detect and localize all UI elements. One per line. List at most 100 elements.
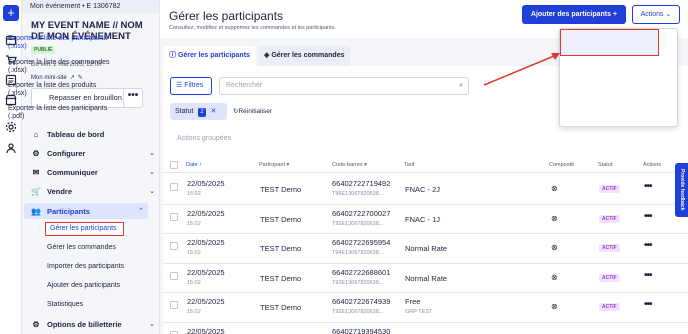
close-icon[interactable]: ✕ [211,108,217,115]
search-input[interactable]: Rechercher ⌕ [219,77,469,95]
menu-item-export-orders-xlsx[interactable]: Exporter la liste des commandes (.xlsx) [8,59,112,75]
status-badge: ACTIF [599,214,620,223]
nav-item-dashboard[interactable]: ⌂ Tableau de bord [31,126,159,142]
row-tarif: Normal Rate [405,273,448,283]
select-all-checkbox[interactable] [170,161,178,169]
reset-filters-link[interactable]: ↻Réinitialiser [233,107,272,115]
megaphone-icon: ✉ [32,167,40,177]
row-checkbox[interactable] [170,271,178,280]
row-time: 15:02 [187,250,201,256]
row-participant: TEST Demo [260,273,302,283]
info-icon: ⓘ [169,52,178,59]
column-header-barcode[interactable]: Code-barres ▾ [332,162,367,168]
column-header-participant[interactable]: Participant ▾ [259,162,289,168]
users-group-icon[interactable] [5,142,17,154]
gear-icon[interactable] [5,121,17,133]
row-participant: TEST Demo [260,185,302,194]
chevron-down-icon: ⌄ [149,150,155,157]
tab-label: Gérer les participants [177,52,250,59]
nav-item-configure[interactable]: ⚙ Configurer ⌄ [31,145,159,161]
row-actions-icon[interactable]: ••• [644,181,652,192]
row-actions-icon[interactable]: ••• [644,240,652,251]
reset-label: Réinitialiser [238,108,273,115]
feedback-tab[interactable]: Provide feedback [675,163,688,217]
chevron-up-icon: ⌃ [138,208,144,215]
mini-site-label: Mon mini-site [31,74,67,81]
status-filter-chip[interactable]: Statut 2 ✕ [170,103,227,120]
nav-item-ticketing-options[interactable]: ⚙ Options de billetterie ⌄ [31,316,159,332]
row-barcode: 66402722695954 [332,238,391,247]
row-time: 15:02 [187,191,201,197]
row-participant: TEST Demo [260,244,302,253]
column-header-status: Statut [598,162,613,168]
row-checkbox[interactable] [170,330,178,334]
row-barcode: 66402722688601 [332,267,391,277]
more-options-button[interactable]: ••• [123,88,143,108]
filter-icon: ☰ [176,82,185,89]
sub-item-import-participants[interactable]: Importer des participants [44,260,154,274]
row-barcode-sub: T93E13067820638... [332,279,384,286]
add-participants-button[interactable]: Ajouter des participants + [522,5,626,24]
row-tarif: Free [405,297,421,306]
chevron-down-icon: ⌄ [665,11,672,18]
sub-item-add-participants[interactable]: Ajouter des participants [44,279,154,293]
status-badge: ACTIF [599,185,620,193]
row-tarif-sub: GRP TEST [405,309,433,315]
column-header-date[interactable]: Date ↑ [186,162,202,168]
menu-item-export-products-xlsx[interactable]: Exporter la liste des produits (.xlsx) [8,82,112,98]
row-date: 22/05/2025 [187,297,225,306]
actions-label: Actions [640,11,664,18]
row-divider [163,203,688,205]
cart-icon: 🛒 [31,186,41,196]
home-icon: ⌂ [33,129,39,139]
chevron-down-icon: ⌄ [149,188,155,195]
composed-toggle-icon[interactable]: ⊗ [551,273,558,282]
sub-item-manage-orders[interactable]: Gérer les commandes [44,241,154,255]
nav-item-participants[interactable]: 👥 Participants ⌃ [24,203,148,219]
row-date: 22/05/2025 [187,179,225,188]
row-barcode-sub: T96E13067820638... [332,191,384,197]
status-chip-label: Statut [175,108,194,115]
settings-icon: ⚙ [32,319,40,329]
chevron-down-icon: ▾ [362,162,367,168]
tab-manage-participants[interactable]: ⓘ Gérer les participants [163,46,256,66]
nav-item-sell[interactable]: 🛒 Vendre ⌄ [31,183,159,199]
nav-item-communicate[interactable]: ✉ Communiquer ⌄ [31,164,159,180]
row-tarif: FNAC - 1J [405,214,441,224]
row-actions-icon[interactable]: ••• [644,299,652,310]
menu-item-export-participants-xlsx[interactable]: Exporter la liste des participants (.xls… [8,35,112,51]
row-date: 22/05/2025 [187,267,225,277]
menu-item-export-participants-pdf[interactable]: Exporter la liste des participants (.pdf… [8,105,112,121]
actions-button[interactable]: Actions ⌄ [632,5,680,24]
row-barcode: 66402722700027 [332,208,391,218]
row-actions-icon[interactable]: ••• [644,270,652,281]
sub-item-statistics[interactable]: Statistiques [44,298,154,312]
tab-manage-orders[interactable]: ◈ Gérer les commandes [258,46,351,66]
page-title: Gérer les participants [169,9,284,23]
edit-icon[interactable]: ✎ [78,74,83,81]
filters-button[interactable]: ☰ Filtres [170,77,212,95]
composed-toggle-icon[interactable]: ⊗ [551,243,558,252]
status-badge: ACTIF [599,273,620,282]
annotation-arrow [483,53,560,86]
row-checkbox[interactable] [170,301,178,309]
row-checkbox[interactable] [170,242,178,250]
plus-icon[interactable]: + [3,5,19,21]
composed-toggle-icon[interactable]: ⊗ [551,214,558,223]
nav-item-label: Participants [47,206,90,216]
row-checkbox[interactable] [170,183,178,191]
row-actions-icon[interactable]: ••• [644,211,652,222]
sub-item-manage-participants[interactable]: Gérer les participants [45,222,124,236]
row-participant: TEST Demo [260,214,302,224]
composed-toggle-icon[interactable]: ⊗ [551,302,558,311]
row-tarif: FNAC - 2J [405,185,441,194]
mini-site-link[interactable]: Mon mini-site ↗ ✎ [31,74,83,82]
status-badge: ACTIF [599,303,620,311]
composed-toggle-icon[interactable]: ⊗ [551,184,558,193]
header-label: Participant [259,162,285,168]
row-time: 15:02 [187,309,201,315]
row-time: 15:02 [187,279,201,286]
nav-item-label: Tableau de bord [47,129,105,139]
row-checkbox[interactable] [170,212,178,221]
external-link-icon[interactable]: ↗ [70,74,75,81]
